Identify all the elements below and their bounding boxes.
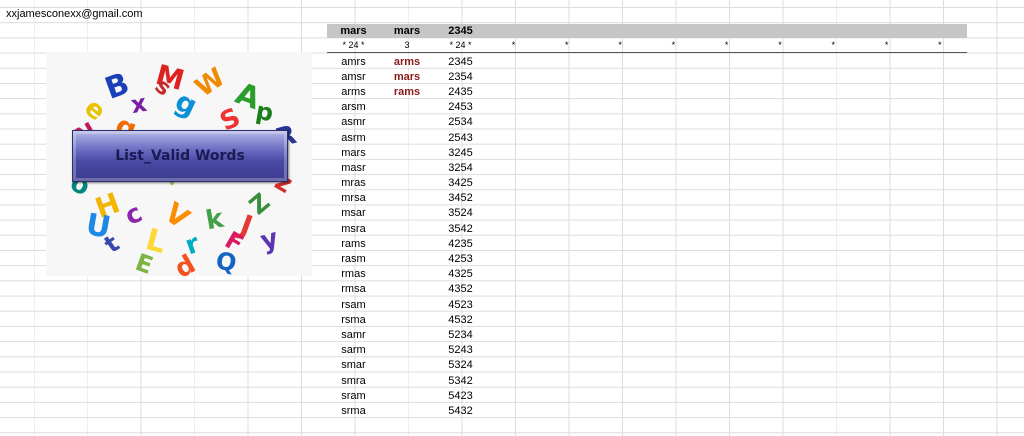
permutation-cell[interactable]: arms [327,84,380,99]
decorative-letter-icon: p [253,96,276,128]
permutation-cell[interactable]: rsam [327,297,380,312]
valid-words-column: arms mars rams [380,54,434,100]
permutation-cell[interactable]: msar [327,206,380,221]
code-cell[interactable]: 3425 [434,176,487,191]
codes-column: 2345 2354 2435 2453 2534 2543 3245 3254 3425 3452… [434,54,487,419]
code-cell[interactable]: 4235 [434,236,487,251]
code-cell[interactable]: 5342 [434,373,487,388]
permutation-cell[interactable]: mras [327,176,380,191]
permutation-cell[interactable]: rmas [327,267,380,282]
header-word-cell[interactable]: mars [327,24,380,38]
permutation-cell[interactable]: sarm [327,343,380,358]
star-cell[interactable]: * [540,38,593,52]
code-cell[interactable]: 3245 [434,145,487,160]
code-cell[interactable]: 3542 [434,221,487,236]
code-cell[interactable]: 5432 [434,403,487,418]
code-cell[interactable]: 4523 [434,297,487,312]
code-cell[interactable]: 4352 [434,282,487,297]
star-cell[interactable]: * [487,38,540,52]
code-cell[interactable]: 3524 [434,206,487,221]
permutation-cell[interactable]: asmr [327,115,380,130]
star-cell[interactable]: * [700,38,753,52]
code-cell[interactable]: 2345 [434,54,487,69]
code-cell[interactable]: 2453 [434,100,487,115]
code-cell[interactable]: 5324 [434,358,487,373]
permutation-cell[interactable]: rams [327,236,380,251]
permutation-cell[interactable]: mars [327,145,380,160]
code-cell[interactable]: 5234 [434,327,487,342]
code-cell[interactable]: 4325 [434,267,487,282]
permutation-cell[interactable]: smra [327,373,380,388]
count-cell-1[interactable]: * 24 * [327,38,380,52]
permutation-cell[interactable]: asrm [327,130,380,145]
code-cell[interactable]: 3254 [434,160,487,175]
permutation-cell[interactable]: sram [327,388,380,403]
header-number-cell[interactable]: 2345 [434,24,487,38]
code-cell[interactable]: 3452 [434,191,487,206]
permutation-cell[interactable]: samr [327,327,380,342]
code-cell[interactable]: 2534 [434,115,487,130]
decorative-letter-icon: k [203,203,226,237]
code-cell[interactable]: 2543 [434,130,487,145]
code-cell[interactable]: 4253 [434,251,487,266]
permutation-cell[interactable]: arsm [327,100,380,115]
permutation-cell[interactable]: rmsa [327,282,380,297]
decorative-letter-icon: c [120,198,148,232]
star-cell[interactable]: * [913,38,966,52]
valid-word-cell[interactable]: rams [380,84,434,99]
email-cell[interactable]: xxjamesconexx@gmail.com [6,8,143,20]
decorative-letter-icon: Q [213,246,239,278]
permutation-cell[interactable]: amrs [327,54,380,69]
star-cell[interactable]: * [860,38,913,52]
count-cell-2[interactable]: 3 [380,38,434,52]
decorative-letter-icon: y [257,223,282,257]
permutation-cell[interactable]: rsma [327,312,380,327]
permutation-cell[interactable]: smar [327,358,380,373]
header-word2-cell[interactable]: mars [380,24,434,38]
decorative-letter-icon: E [131,248,157,280]
code-cell[interactable]: 2435 [434,84,487,99]
count-cell-3[interactable]: * 24 * [434,38,487,52]
code-cell[interactable]: 2354 [434,69,487,84]
permutation-cell[interactable]: msra [327,221,380,236]
permutation-cell[interactable]: masr [327,160,380,175]
header-divider [327,52,967,53]
list-valid-words-button[interactable]: List_Valid Words [72,130,288,182]
star-cell[interactable]: * [647,38,700,52]
permutation-cell[interactable]: srma [327,403,380,418]
permutation-cell[interactable]: amsr [327,69,380,84]
permutation-cell[interactable]: rasm [327,251,380,266]
star-cell[interactable]: * [754,38,807,52]
permutation-cell[interactable]: mrsa [327,191,380,206]
permutations-column: amrs amsr arms arsm asmr asrm mars masr mras mrsa… [327,54,380,419]
code-cell[interactable]: 5423 [434,388,487,403]
star-cell[interactable]: * [807,38,860,52]
valid-word-cell[interactable]: arms [380,54,434,69]
star-cell[interactable]: * [594,38,647,52]
code-cell[interactable]: 4532 [434,312,487,327]
valid-word-cell[interactable]: mars [380,69,434,84]
code-cell[interactable]: 5243 [434,343,487,358]
